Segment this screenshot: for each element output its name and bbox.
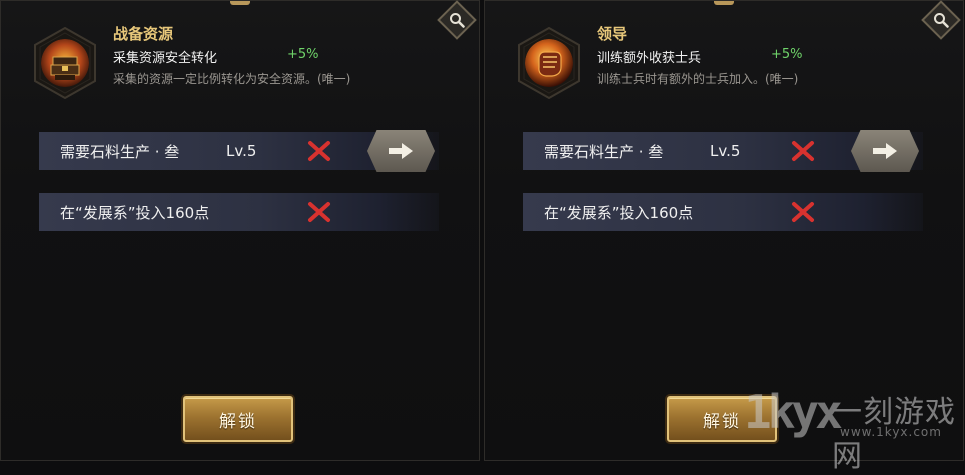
skill-bonus-value: +5% xyxy=(771,47,803,62)
skill-title: 领导 xyxy=(597,25,628,43)
cross-icon xyxy=(308,202,330,222)
requirement-row: 需要石料生产 · 叁 Lv.5 xyxy=(39,130,439,172)
magnifier-button[interactable] xyxy=(437,0,477,40)
skill-emblem[interactable] xyxy=(517,27,581,99)
requirement-level: Lv.5 xyxy=(226,142,257,160)
skill-bonus-value: +5% xyxy=(287,47,319,62)
go-to-button[interactable] xyxy=(367,130,435,172)
requirement-row: 在“发展系”投入160点 xyxy=(39,193,439,231)
go-to-button[interactable] xyxy=(851,130,919,172)
requirement-row: 需要石料生产 · 叁 Lv.5 xyxy=(523,130,923,172)
requirement-text: 在“发展系”投入160点 xyxy=(544,203,694,222)
panel-top-ornament xyxy=(230,1,250,5)
skill-effect: 采集资源安全转化 xyxy=(113,51,218,66)
fist-icon xyxy=(525,39,573,87)
cross-icon xyxy=(792,202,814,222)
requirement-row: 在“发展系”投入160点 xyxy=(523,193,923,231)
requirement-text: 需要石料生产 · 叁 xyxy=(60,142,180,161)
cross-icon xyxy=(308,141,330,161)
skill-effect: 训练额外收获士兵 xyxy=(597,51,702,66)
panel-top-ornament xyxy=(714,1,734,5)
site-watermark: 1kyx 一刻游戏网 www.1kyx.com xyxy=(744,381,959,474)
skill-panel-left: 战备资源 采集资源安全转化 +5% 采集的资源一定比例转化为安全资源。(唯一) … xyxy=(0,0,480,461)
skill-title: 战备资源 xyxy=(113,25,174,43)
requirement-text: 需要石料生产 · 叁 xyxy=(544,142,664,161)
skill-description: 采集的资源一定比例转化为安全资源。(唯一) xyxy=(113,72,351,86)
arrow-right-icon xyxy=(873,143,897,159)
watermark-url: www.1kyx.com xyxy=(840,425,942,439)
magnifier-button[interactable] xyxy=(921,0,961,40)
treasure-chest-icon xyxy=(41,39,89,87)
requirement-level: Lv.5 xyxy=(710,142,741,160)
requirement-text: 在“发展系”投入160点 xyxy=(60,203,210,222)
skill-emblem[interactable] xyxy=(33,27,97,99)
watermark-logo: 1kyx xyxy=(744,385,843,439)
arrow-right-icon xyxy=(389,143,413,159)
skill-description: 训练士兵时有额外的士兵加入。(唯一) xyxy=(597,72,799,86)
unlock-button[interactable]: 解锁 xyxy=(183,396,293,442)
cross-icon xyxy=(792,141,814,161)
magnifier-icon xyxy=(934,13,949,28)
magnifier-icon xyxy=(450,13,465,28)
